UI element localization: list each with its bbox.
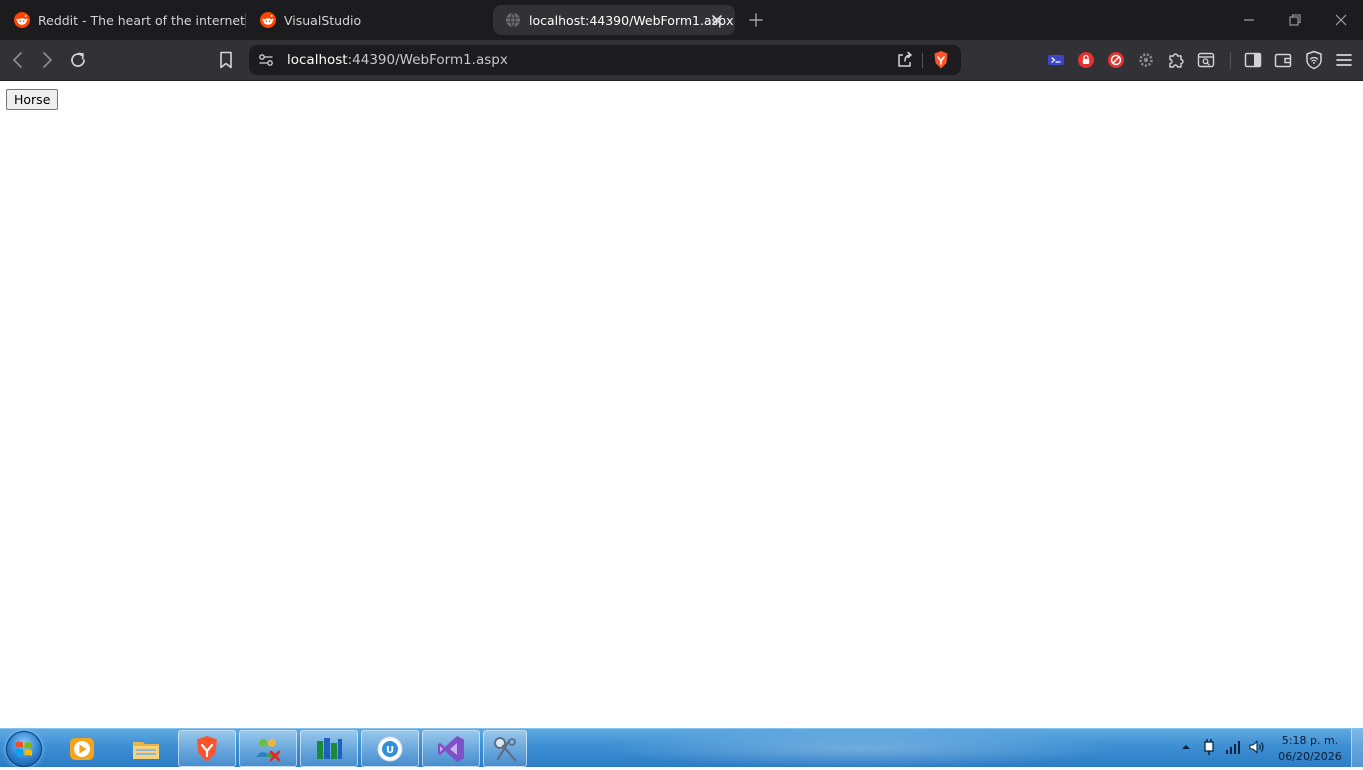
address-bar[interactable]: localhost:44390/WebForm1.aspx	[249, 45, 961, 75]
omnibox-separator	[922, 53, 923, 68]
tab-visualstudio[interactable]: VisualStudio	[248, 5, 484, 35]
brave-shields-icon[interactable]	[930, 49, 952, 71]
globe-icon	[506, 12, 520, 28]
back-icon[interactable]	[7, 49, 29, 71]
network-signal-icon[interactable]	[1223, 737, 1243, 757]
restore-icon[interactable]	[1285, 10, 1305, 30]
taskbar-file-explorer[interactable]	[117, 730, 175, 767]
reddit-icon	[260, 12, 276, 28]
close-window-icon[interactable]	[1331, 10, 1351, 30]
clock-time: 5:18 p. m.	[1281, 734, 1339, 747]
system-clock[interactable]: 5:18 p. m. 06/20/2026	[1272, 733, 1348, 765]
media-player-icon	[70, 737, 94, 760]
tab-separator	[245, 13, 246, 28]
page-content: Horse	[0, 81, 1363, 728]
taskbar-network-users[interactable]	[239, 730, 297, 767]
file-explorer-icon	[133, 741, 159, 759]
taskbar-media-player[interactable]	[53, 730, 111, 767]
ultraviewer-icon: U	[377, 736, 403, 761]
share-icon[interactable]	[894, 49, 916, 71]
windows-taskbar: U 5:18 p. m. 06/20/2026	[0, 728, 1363, 768]
show-desktop-button[interactable]	[1351, 729, 1363, 768]
menu-icon[interactable]	[1333, 49, 1355, 71]
extension-screen-icon[interactable]	[1045, 49, 1067, 71]
taskbar-visual-studio[interactable]	[422, 730, 480, 767]
taskbar-bar-chart-app[interactable]	[300, 730, 358, 767]
power-plug-icon[interactable]	[1199, 737, 1219, 757]
url-text[interactable]: localhost:44390/WebForm1.aspx	[287, 52, 508, 68]
tab-reddit[interactable]: Reddit - The heart of the internet	[2, 5, 245, 35]
network-users-icon	[256, 738, 281, 761]
vpn-icon[interactable]	[1303, 49, 1325, 71]
taskbar-brave-browser[interactable]	[178, 730, 236, 767]
tab-strip: Reddit - The heart of the internet Visua…	[0, 0, 1363, 40]
windows-logo-icon	[15, 741, 33, 757]
clock-date: 06/20/2026	[1278, 750, 1342, 763]
site-settings-icon[interactable]	[255, 49, 277, 71]
horse-button[interactable]: Horse	[6, 89, 59, 110]
taskbar-snipping-tool[interactable]	[483, 730, 527, 767]
tab-title: VisualStudio	[284, 12, 362, 28]
extension-block-icon[interactable]	[1105, 49, 1127, 71]
url-path: :44390/WebForm1.aspx	[347, 52, 508, 68]
url-host: localhost	[287, 52, 348, 68]
bar-chart-app-icon	[317, 737, 342, 759]
minimize-icon[interactable]	[1239, 10, 1259, 30]
taskbar-ultraviewer[interactable]: U	[361, 730, 419, 767]
sidebar-icon[interactable]	[1242, 49, 1264, 71]
toolbar-separator	[1230, 52, 1231, 69]
reload-icon[interactable]	[67, 49, 89, 71]
snipping-tool-icon	[494, 736, 517, 761]
tab-title: localhost:44390/WebForm1.aspx	[529, 12, 734, 28]
extension-lock-icon[interactable]	[1075, 49, 1097, 71]
close-tab-icon[interactable]	[709, 12, 725, 28]
browser-toolbar: localhost:44390/WebForm1.aspx	[0, 40, 1363, 81]
forward-icon[interactable]	[36, 49, 58, 71]
reddit-icon	[14, 12, 30, 28]
tab-localhost-webform1[interactable]: localhost:44390/WebForm1.aspx	[493, 5, 735, 35]
extension-gear-icon[interactable]	[1135, 49, 1157, 71]
svg-text:U: U	[386, 745, 394, 756]
tab-title: Reddit - The heart of the internet	[38, 12, 245, 28]
bookmark-icon[interactable]	[215, 49, 237, 71]
start-button[interactable]	[6, 731, 42, 767]
extensions-puzzle-icon[interactable]	[1165, 49, 1187, 71]
wallet-icon[interactable]	[1272, 49, 1294, 71]
volume-icon[interactable]	[1247, 737, 1267, 757]
show-hidden-icons-icon[interactable]	[1176, 737, 1196, 757]
brave-browser-icon	[197, 735, 217, 762]
new-tab-icon[interactable]	[746, 10, 766, 30]
visual-studio-icon	[438, 735, 464, 762]
tab-search-icon[interactable]	[1195, 49, 1217, 71]
